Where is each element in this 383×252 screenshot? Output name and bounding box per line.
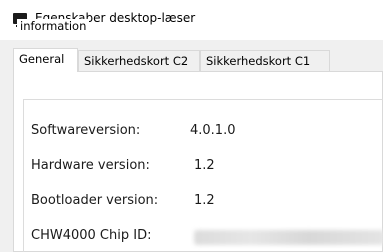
chip-id-label: CHW4000 Chip ID: <box>31 228 152 243</box>
tab-sikkerhedskort-c2[interactable]: Sikkerhedskort C2 <box>78 50 200 71</box>
software-version-row: Softwareversion: 4.0.1.0 <box>31 123 235 138</box>
bootloader-version-row: Bootloader version: 1.2 <box>31 193 215 208</box>
software-version-label: Softwareversion: <box>31 123 141 138</box>
hardware-version-value: 1.2 <box>194 158 215 173</box>
tab-sikkerhedskort-c1[interactable]: Sikkerhedskort C1 <box>200 50 330 71</box>
tab-general[interactable]: General <box>13 48 78 72</box>
hardware-version-label: Hardware version: <box>31 158 150 173</box>
software-version-value: 4.0.1.0 <box>190 123 236 138</box>
tab-strip: General Sikkerhedskort C2 Sikkerhedskort… <box>0 40 383 72</box>
properties-window: Egenskaber desktop-læser General Sikkerh… <box>0 0 383 252</box>
redacted-blur <box>194 230 383 245</box>
bootloader-version-value: 1.2 <box>194 193 215 208</box>
hardware-version-row: Hardware version: 1.2 <box>31 158 215 173</box>
bootloader-version-label: Bootloader version: <box>31 193 159 208</box>
chip-id-value-redacted <box>194 228 383 249</box>
chip-id-row: CHW4000 Chip ID: <box>31 228 383 245</box>
information-legend: information <box>17 19 90 33</box>
